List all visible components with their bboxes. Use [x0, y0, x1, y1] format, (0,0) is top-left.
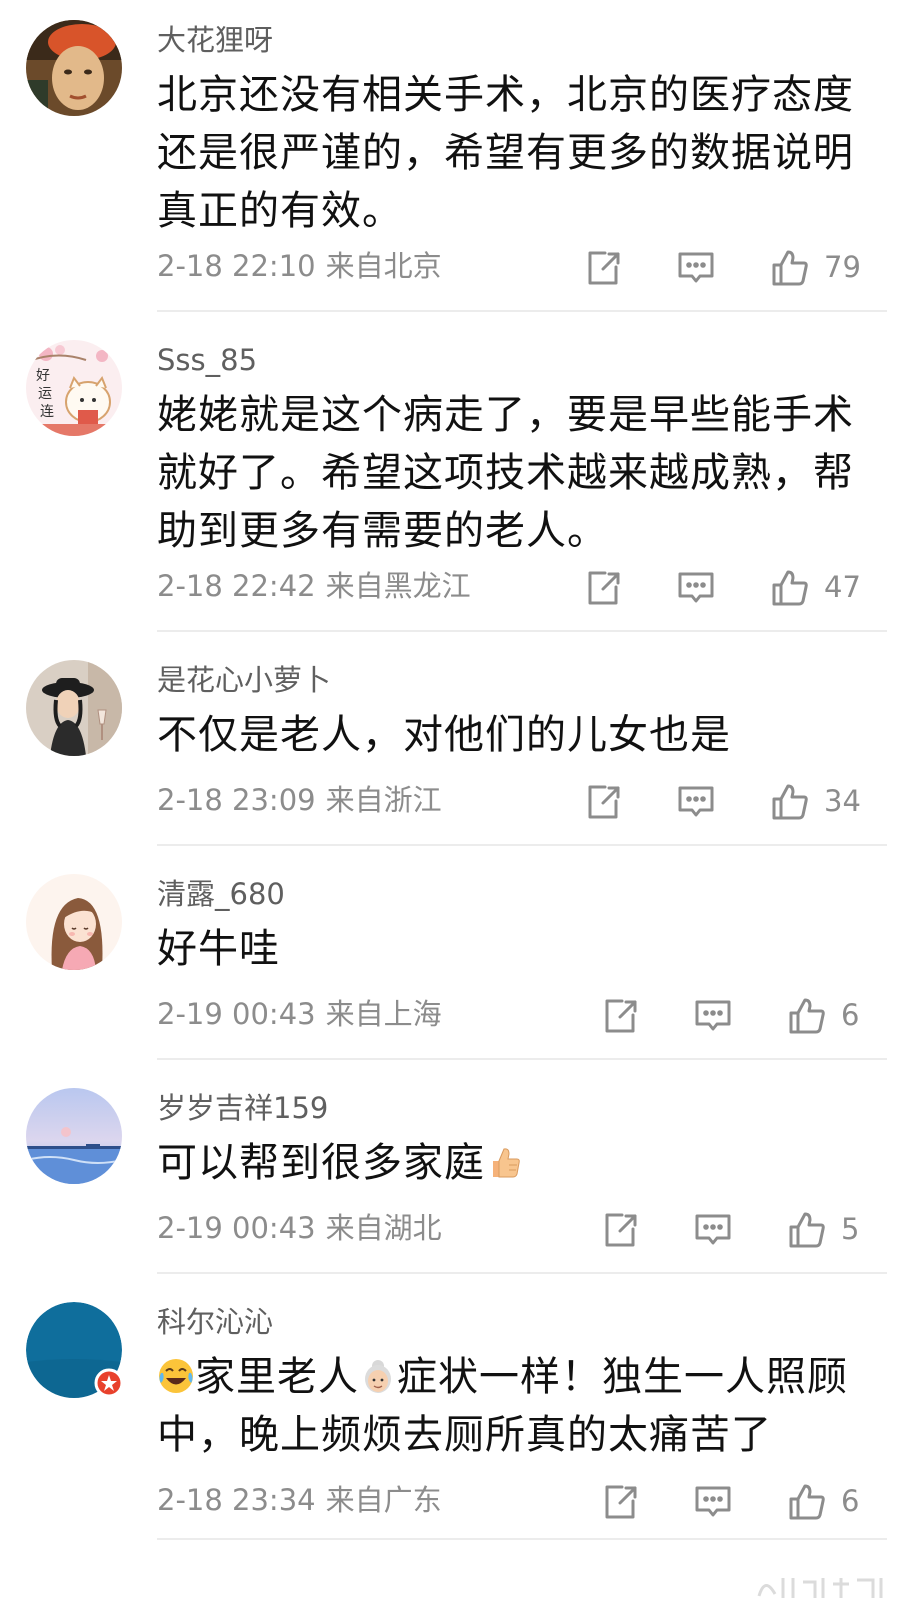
svg-text:连: 连: [40, 404, 54, 420]
comment-icon[interactable]: [693, 1482, 733, 1522]
like-count: 34: [824, 784, 861, 818]
comment-meta: 2-18 22:42 来自黑龙江: [157, 572, 471, 601]
comment-meta: 2-19 00:43 来自上海: [157, 1000, 442, 1029]
username[interactable]: 科尔沁沁: [157, 1308, 273, 1337]
thumbs-up-icon[interactable]: [787, 1210, 827, 1250]
red-star-badge: [94, 1368, 124, 1398]
thumbs-up-icon[interactable]: [787, 1482, 827, 1522]
old-woman-emoji: [365, 1360, 391, 1393]
like-count: 6: [841, 998, 860, 1032]
comment-text: 好牛哇: [157, 926, 280, 972]
comment-date: 2-18 23:09: [157, 783, 316, 817]
comment-text: 家里老人 症状一样！独生一人照顾中，晚上频烦去厕所真的太痛苦了: [157, 1348, 857, 1464]
username[interactable]: 是花心小萝卜: [157, 666, 331, 695]
thumbs-up-icon[interactable]: [770, 248, 810, 288]
comment-item: 好 运 连 Sss_85 姥姥就是这个病走了，要是早些能手术就好了。希望这项技术…: [0, 312, 907, 632]
comment-date: 2-19 00:43: [157, 997, 316, 1031]
avatar[interactable]: [26, 660, 122, 756]
comment-location: 来自上海: [325, 997, 442, 1031]
share-icon[interactable]: [583, 568, 623, 608]
comment-text-content: 可以帮到很多家庭: [157, 1140, 485, 1186]
username[interactable]: Sss_85: [157, 346, 257, 375]
svg-text:好: 好: [36, 368, 50, 384]
comment-item: 科尔沁沁 家里老人 症状一样！独生一人照顾中，晚上频烦去厕所真的太痛苦了 2-1…: [0, 1274, 907, 1544]
laugh-cry-emoji: [159, 1359, 193, 1393]
username[interactable]: 岁岁吉祥159: [157, 1094, 328, 1123]
comment-location: 来自黑龙江: [325, 569, 471, 603]
avatar[interactable]: [26, 1302, 124, 1398]
username[interactable]: 清露_680: [157, 880, 285, 909]
like-count: 5: [841, 1212, 860, 1246]
comment-meta: 2-18 23:34 来自广东: [157, 1486, 442, 1515]
comment-location: 来自北京: [325, 249, 442, 283]
avatar[interactable]: [26, 1088, 122, 1184]
comment-meta: 2-18 22:10 来自北京: [157, 252, 442, 281]
comment-icon[interactable]: [693, 1210, 733, 1250]
like-count: 6: [841, 1484, 860, 1518]
like-count: 79: [824, 250, 861, 284]
thumbs-up-emoji: [493, 1148, 520, 1178]
comment-text: 不仅是老人，对他们的儿女也是: [157, 712, 731, 758]
comment-icon[interactable]: [676, 782, 716, 822]
share-icon[interactable]: [600, 996, 640, 1036]
share-icon[interactable]: [600, 1482, 640, 1522]
comment-text: 北京还没有相关手术，北京的医疗态度还是很严谨的，希望有更多的数据说明真正的有效。: [157, 72, 854, 234]
comment-text: 姥姥就是这个病走了，要是早些能手术就好了。希望这项技术越来越成熟，帮助到更多有需…: [157, 392, 854, 554]
comment-item: 是花心小萝卜 不仅是老人，对他们的儿女也是 2-18 23:09 来自浙江 34: [0, 632, 907, 846]
avatar[interactable]: [26, 874, 122, 970]
comment-text: 可以帮到很多家庭: [157, 1134, 857, 1192]
comment-item: 岁岁吉祥159 可以帮到很多家庭 2-19 00:43 来自湖北 5: [0, 1060, 907, 1274]
share-icon[interactable]: [583, 248, 623, 288]
comment-date: 2-18 22:42: [157, 569, 316, 603]
comment-meta: 2-18 23:09 来自浙江: [157, 786, 442, 815]
svg-text:运: 运: [38, 386, 52, 402]
comment-item: 大花狸呀 北京还没有相关手术，北京的医疗态度还是很严谨的，希望有更多的数据说明真…: [0, 0, 907, 312]
comment-meta: 2-19 00:43 来自湖北: [157, 1214, 442, 1243]
share-icon[interactable]: [583, 782, 623, 822]
comment-text-part1: 家里老人: [195, 1354, 359, 1400]
divider: [157, 1538, 887, 1540]
comment-item: 清露_680 好牛哇 2-19 00:43 来自上海 6: [0, 846, 907, 1060]
thumbs-up-icon[interactable]: [770, 568, 810, 608]
thumbs-up-icon[interactable]: [770, 782, 810, 822]
comment-location: 来自广东: [325, 1483, 442, 1517]
comment-date: 2-18 22:10: [157, 249, 316, 283]
comment-icon[interactable]: [676, 568, 716, 608]
watermark-logo: [757, 1578, 883, 1598]
comment-icon[interactable]: [693, 996, 733, 1036]
comment-icon[interactable]: [676, 248, 716, 288]
like-count: 47: [824, 570, 861, 604]
username[interactable]: 大花狸呀: [157, 26, 273, 55]
avatar[interactable]: 好 运 连: [26, 340, 122, 436]
avatar[interactable]: [26, 20, 122, 116]
thumbs-up-icon[interactable]: [787, 996, 827, 1036]
comment-location: 来自浙江: [325, 783, 442, 817]
comment-date: 2-18 23:34: [157, 1483, 316, 1517]
comment-date: 2-19 00:43: [157, 1211, 316, 1245]
share-icon[interactable]: [600, 1210, 640, 1250]
comment-location: 来自湖北: [325, 1211, 442, 1245]
